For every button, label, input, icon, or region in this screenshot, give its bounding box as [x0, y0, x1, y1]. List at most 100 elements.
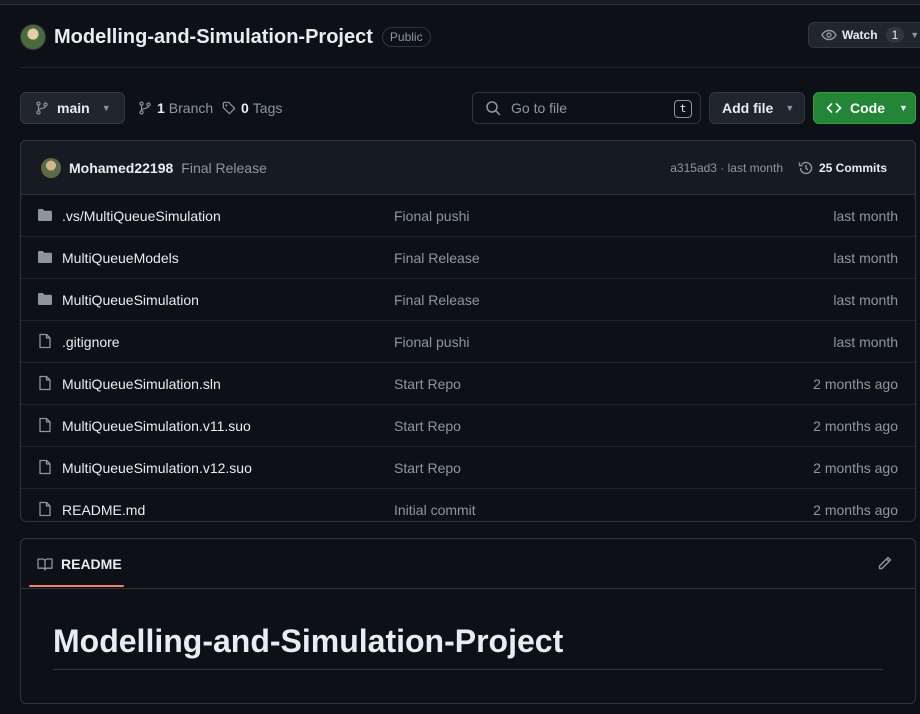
top-border [0, 0, 920, 5]
file-commit-date: 2 months ago [813, 501, 898, 518]
file-row[interactable]: MultiQueueSimulation Final Release last mo… [21, 278, 915, 320]
book-icon [37, 558, 53, 571]
code-button[interactable]: Code ▼ [813, 92, 916, 124]
git-branch-icon [139, 101, 151, 115]
folder-icon-wrap [37, 291, 53, 310]
commit-hash-time[interactable]: a315ad3 · last month [670, 161, 783, 175]
chevron-down-icon: ▼ [785, 103, 795, 113]
chevron-down-icon: ▼ [910, 30, 920, 40]
file-row[interactable]: MultiQueueSimulation.v11.suo Start Repo 2 … [21, 404, 915, 446]
tag-count: 0 [241, 100, 249, 116]
file-commit-message[interactable]: Final Release [394, 292, 480, 308]
file-name[interactable]: MultiQueueSimulation [62, 292, 199, 308]
git-branch-icon [36, 101, 48, 115]
watch-count: 1 [885, 27, 905, 43]
file-icon [39, 333, 51, 349]
folder-icon [38, 251, 52, 263]
commits-count: 25 Commits [818, 160, 887, 175]
tab-readme[interactable]: README [37, 556, 122, 572]
repo-header: Modelling-and-Simulation-Project Public [20, 22, 431, 52]
header-divider [20, 67, 920, 68]
commits-history-link[interactable]: 25 Commits [798, 160, 887, 176]
file-row[interactable]: .gitignore Fional pushi last month [21, 320, 915, 362]
folder-icon-wrap [37, 207, 53, 226]
file-commit-date: 2 months ago [813, 459, 898, 476]
pencil-icon[interactable] [877, 555, 893, 571]
file-icon [39, 375, 51, 391]
file-row[interactable]: README.md Initial commit 2 months ago [21, 488, 915, 521]
search-icon [486, 101, 501, 116]
file-name[interactable]: .vs/MultiQueueSimulation [62, 208, 221, 224]
file-commit-date: last month [833, 291, 898, 308]
file-commit-date: 2 months ago [813, 417, 898, 434]
branch-selector[interactable]: main ▼ [20, 92, 125, 124]
chevron-down-icon: ▼ [899, 103, 908, 113]
eye-icon [821, 29, 837, 41]
keyboard-shortcut-hint: t [674, 100, 692, 118]
file-icon [39, 459, 51, 475]
file-icon-wrap [37, 417, 53, 436]
file-commit-message[interactable]: Start Repo [394, 418, 461, 434]
file-name[interactable]: MultiQueueSimulation.v12.suo [62, 460, 252, 476]
file-name[interactable]: .gitignore [62, 334, 120, 350]
heading-rule [53, 669, 883, 670]
folder-icon [38, 209, 52, 221]
visibility-badge: Public [381, 27, 431, 47]
add-file-button[interactable]: Add file ▼ [709, 92, 805, 124]
file-commit-message[interactable]: Final Release [394, 250, 480, 266]
file-browser: Mohamed22198 Final Release a315ad3 · las… [20, 140, 916, 522]
readme-tab-bar: README [21, 539, 915, 589]
readme-tab-label: README [61, 556, 122, 572]
tag-icon [222, 101, 236, 115]
owner-avatar[interactable] [20, 24, 46, 50]
file-icon-wrap [37, 375, 53, 394]
active-tab-indicator [29, 585, 124, 587]
latest-commit-bar: Mohamed22198 Final Release a315ad3 · las… [21, 141, 915, 195]
tags-link[interactable]: 0 Tags [222, 100, 282, 116]
readme-heading: Modelling-and-Simulation-Project [53, 623, 564, 659]
file-icon-wrap [37, 501, 53, 520]
branch-count: 1 [157, 100, 165, 116]
file-commit-message[interactable]: Fional pushi [394, 208, 470, 224]
file-row[interactable]: MultiQueueModels Final Release last month [21, 236, 915, 278]
add-file-label: Add file [722, 100, 774, 116]
folder-icon [38, 293, 52, 305]
branch-name: main [57, 100, 90, 116]
file-name[interactable]: MultiQueueSimulation.sln [62, 376, 221, 392]
file-row[interactable]: MultiQueueSimulation.v12.suo Start Repo 2 … [21, 446, 915, 488]
file-commit-message[interactable]: Start Repo [394, 376, 461, 392]
tag-count-label: Tags [252, 100, 283, 116]
commit-author-avatar[interactable] [41, 157, 61, 178]
chevron-down-icon: ▼ [101, 103, 111, 113]
file-name[interactable]: MultiQueueModels [62, 250, 179, 266]
watch-button[interactable]: Watch 1 ▼ [808, 22, 920, 48]
file-commit-date: last month [833, 249, 898, 266]
file-icon [39, 501, 51, 517]
file-commit-date: last month [833, 333, 898, 350]
history-icon [798, 161, 813, 174]
watch-label: Watch [842, 28, 878, 42]
file-commit-message[interactable]: Start Repo [394, 460, 461, 476]
branches-link[interactable]: 1 Branch [138, 100, 213, 116]
file-name[interactable]: README.md [62, 502, 145, 518]
file-commit-message[interactable]: Fional pushi [394, 334, 470, 350]
code-label: Code [850, 100, 885, 116]
commit-message[interactable]: Final Release [181, 160, 267, 176]
file-commit-date: last month [833, 207, 898, 224]
file-name[interactable]: MultiQueueSimulation.v11.suo [62, 418, 251, 434]
file-commit-message[interactable]: Initial commit [394, 502, 476, 518]
file-list: .vs/MultiQueueSimulation Fional pushi last… [21, 195, 915, 521]
search-input[interactable] [509, 99, 673, 117]
branch-count-label: Branch [168, 100, 214, 116]
folder-icon-wrap [37, 249, 53, 268]
file-commit-date: 2 months ago [813, 375, 898, 392]
file-row[interactable]: .vs/MultiQueueSimulation Fional pushi last… [21, 195, 915, 236]
commit-author[interactable]: Mohamed22198 [69, 160, 173, 176]
repo-title[interactable]: Modelling-and-Simulation-Project [54, 26, 373, 49]
file-row[interactable]: MultiQueueSimulation.sln Start Repo 2 mont… [21, 362, 915, 404]
file-icon [39, 417, 51, 433]
go-to-file-search[interactable]: t [472, 92, 701, 124]
readme-panel: README Modelling-and-Simulation-Project [20, 538, 916, 704]
code-icon [826, 103, 842, 113]
file-icon-wrap [37, 459, 53, 478]
